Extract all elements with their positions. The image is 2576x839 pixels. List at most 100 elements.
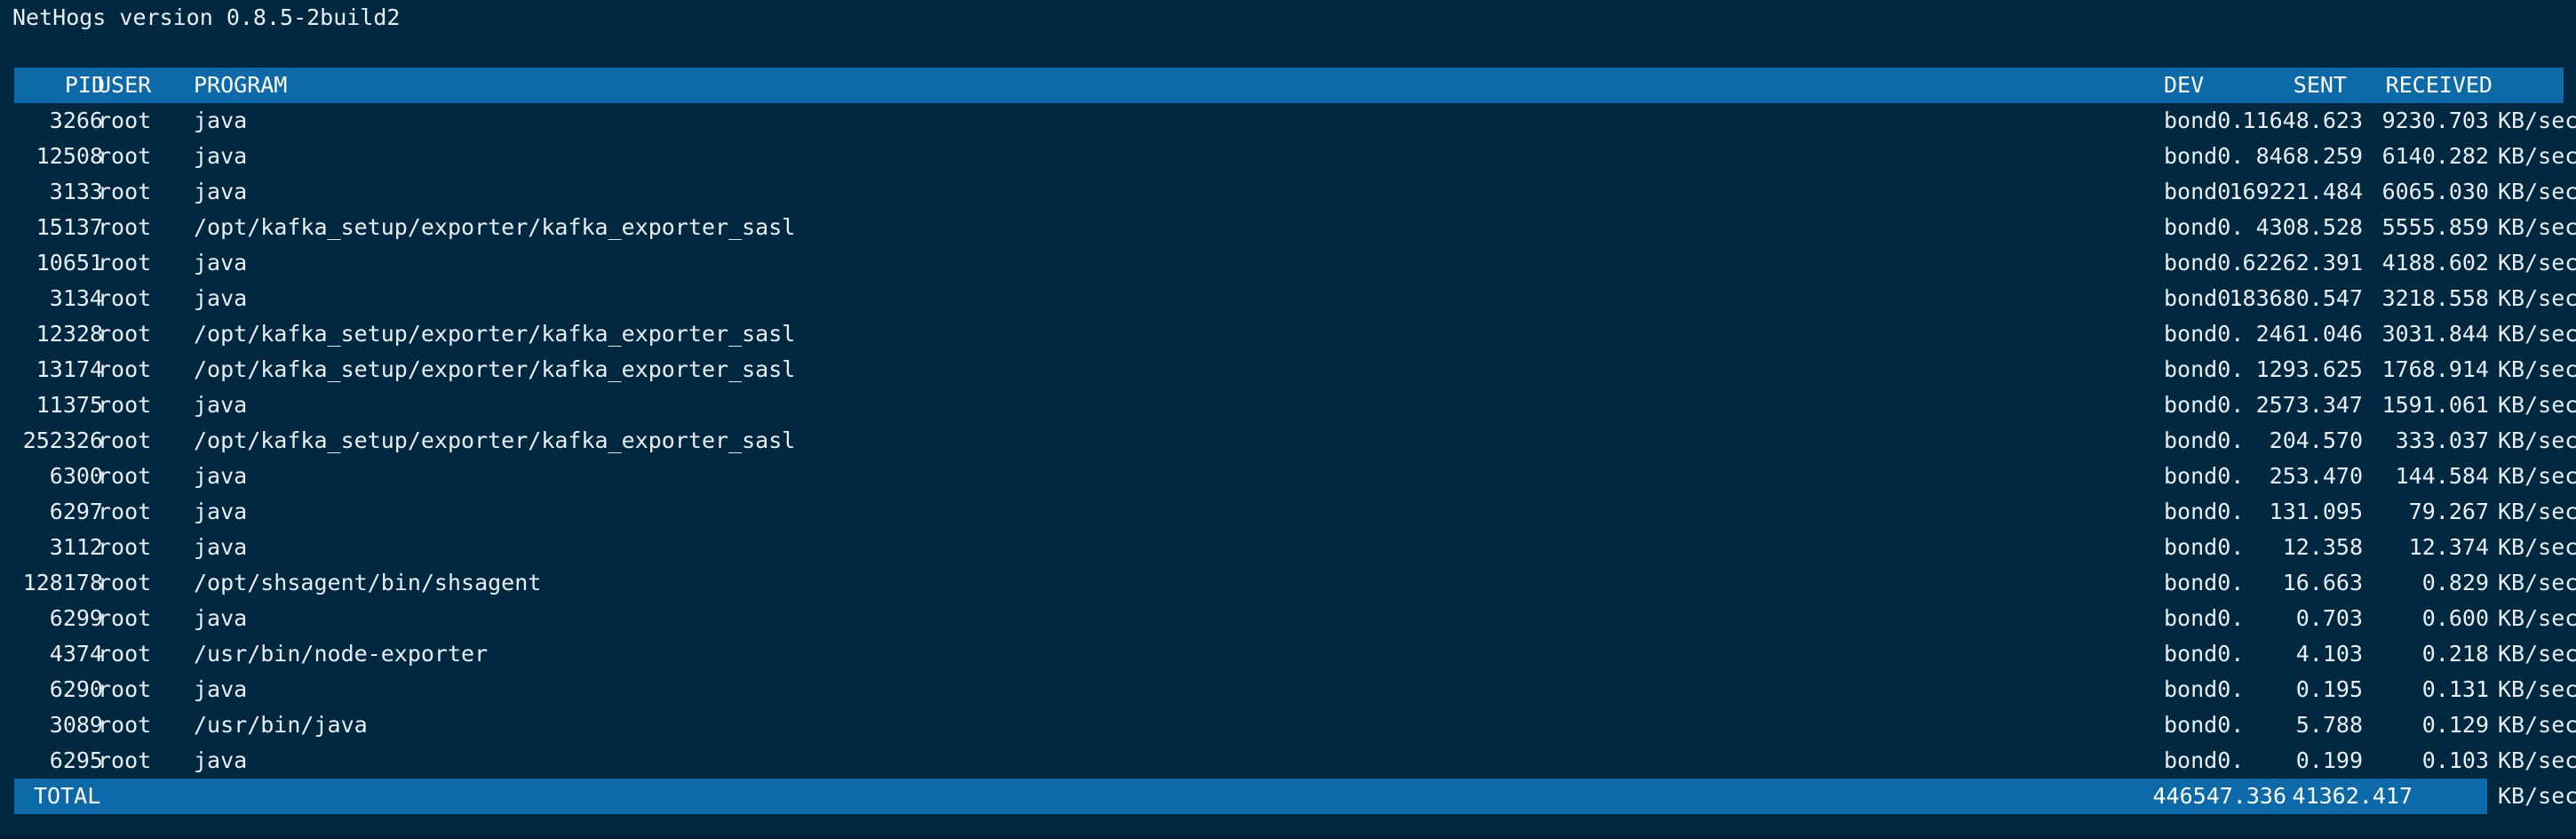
cell-received: 0.129: [2421, 712, 2489, 738]
cell-sent: 2573.347: [2255, 392, 2363, 418]
cell-sent: 5.788: [2295, 712, 2363, 738]
terminal-bottom-edge: [0, 834, 2576, 839]
cell-sent: 16.663: [2282, 570, 2363, 595]
cell-sent: 4.103: [2295, 641, 2363, 667]
total-row: TOTAL 446547.336 41362.417 KB/sec: [14, 779, 2576, 814]
cell-pid: 6300: [49, 463, 103, 489]
cell-program: /opt/kafka_setup/exporter/kafka_exporter…: [194, 214, 796, 240]
cell-dev: bond0.: [2164, 499, 2245, 524]
cell-sent: 169221.484: [2229, 179, 2363, 204]
cell-user: root: [98, 534, 152, 560]
table-header: PID USER PROGRAM DEV SENT RECEIVED: [14, 68, 2564, 103]
cell-received: 0.600: [2421, 605, 2489, 631]
cell-program: java: [194, 676, 248, 702]
cell-unit: KB/sec: [2498, 285, 2576, 311]
cell-user: root: [98, 499, 152, 524]
cell-user: root: [98, 285, 152, 311]
cell-received: 9230.703: [2381, 108, 2489, 133]
cell-received: 333.037: [2395, 427, 2489, 453]
cell-user: root: [98, 570, 152, 595]
cell-program: java: [194, 605, 248, 631]
cell-unit: KB/sec: [2498, 712, 2576, 738]
cell-unit: KB/sec: [2498, 179, 2576, 204]
cell-dev: bond0.: [2164, 463, 2245, 489]
total-label: TOTAL: [34, 783, 101, 809]
cell-received: 1768.914: [2381, 356, 2489, 382]
cell-pid: 252326: [22, 427, 103, 453]
cell-user: root: [98, 108, 152, 133]
cell-received: 3031.844: [2381, 321, 2489, 347]
cell-pid: 6299: [49, 605, 103, 631]
cell-received: 0.829: [2421, 570, 2489, 595]
table-row: 128178 root/opt/shsagent/bin/shsagent bond…: [14, 565, 2576, 601]
cell-unit: KB/sec: [2498, 676, 2576, 702]
cell-received: 6065.030: [2381, 179, 2489, 204]
table-row: 3133 root java bond0. 169221.484 6065.030 KB/s…: [14, 174, 2576, 210]
cell-program: /usr/bin/java: [194, 712, 368, 738]
cell-dev: bond0.: [2164, 392, 2245, 418]
table-row: 3134 root java bond0. 183680.547 3218.558 KB/s…: [14, 281, 2576, 316]
cell-unit: KB/sec: [2498, 427, 2576, 453]
table-row: 6299 root java bond0. 0.703 0.600 KB/sec: [14, 601, 2576, 636]
cell-dev: bond0.: [2164, 356, 2245, 382]
cell-program: java: [194, 108, 248, 133]
cell-unit: KB/sec: [2498, 321, 2576, 347]
cell-pid: 3112: [49, 534, 103, 560]
total-sent: 446547.336: [2152, 783, 2286, 809]
cell-user: root: [98, 605, 152, 631]
cell-unit: KB/sec: [2498, 392, 2576, 418]
cell-received: 6140.282: [2381, 143, 2489, 169]
cell-sent: 183680.547: [2229, 285, 2363, 311]
header-received: RECEIVED: [2385, 72, 2493, 98]
table-row: 11375 root java bond0. 2573.347 1591.061 KB/se…: [14, 388, 2576, 423]
cell-pid: 128178: [22, 570, 103, 595]
cell-program: java: [194, 143, 248, 169]
header-dev: DEV: [2164, 72, 2205, 98]
table-row: 3112 root java bond0. 12.358 12.374 KB/sec: [14, 530, 2576, 565]
cell-user: root: [98, 427, 152, 453]
cell-unit: KB/sec: [2498, 570, 2576, 595]
cell-unit: KB/sec: [2498, 108, 2576, 133]
process-table: PID USER PROGRAM DEV SENT RECEIVED 3266 r…: [14, 68, 2576, 814]
cell-dev: bond0.: [2164, 214, 2245, 240]
cell-pid: 15137: [36, 214, 103, 240]
cell-pid: 3266: [49, 108, 103, 133]
cell-user: root: [98, 463, 152, 489]
total-unit: KB/sec: [2487, 779, 2576, 814]
cell-pid: 3089: [49, 712, 103, 738]
cell-pid: 6295: [49, 747, 103, 773]
cell-received: 12.374: [2408, 534, 2489, 560]
cell-user: root: [98, 179, 152, 204]
table-row: 6290 root java bond0. 0.195 0.131 KB/sec: [14, 672, 2576, 707]
cell-unit: KB/sec: [2498, 214, 2576, 240]
cell-unit: KB/sec: [2498, 747, 2576, 773]
app-title: NetHogs version 0.8.5-2build2: [12, 4, 401, 30]
cell-program: java: [194, 747, 248, 773]
cell-sent: 12.358: [2282, 534, 2363, 560]
cell-pid: 3133: [49, 179, 103, 204]
cell-sent: 4308.528: [2255, 214, 2363, 240]
cell-sent: 204.570: [2269, 427, 2363, 453]
cell-sent: 1293.625: [2255, 356, 2363, 382]
cell-dev: bond0.: [2164, 712, 2245, 738]
table-row: 6295 root java bond0. 0.199 0.103 KB/sec: [14, 743, 2576, 779]
cell-program: java: [194, 250, 248, 276]
cell-unit: KB/sec: [2498, 356, 2576, 382]
cell-dev: bond0.: [2164, 427, 2245, 453]
cell-unit: KB/sec: [2498, 250, 2576, 276]
cell-sent: 253.470: [2269, 463, 2363, 489]
cell-received: 1591.061: [2381, 392, 2489, 418]
cell-program: /opt/kafka_setup/exporter/kafka_exporter…: [194, 356, 796, 382]
table-row: 13174 root/opt/kafka_setup/exporter/kafka…: [14, 352, 2576, 388]
table-row: 3266 root java bond0. 11648.623 9230.703 KB/se…: [14, 103, 2576, 139]
terminal-window: NetHogs version 0.8.5-2build2 PID USER P…: [0, 0, 2576, 839]
cell-pid: 12508: [36, 143, 103, 169]
cell-pid: 11375: [36, 392, 103, 418]
table-row: 4374 root/usr/bin/node-exporter bond0. 4.10…: [14, 636, 2576, 672]
cell-sent: 11648.623: [2242, 108, 2363, 133]
cell-sent: 62262.391: [2242, 250, 2363, 276]
cell-user: root: [98, 641, 152, 667]
cell-unit: KB/sec: [2498, 499, 2576, 524]
total-received: 41362.417: [2292, 783, 2413, 809]
cell-unit: KB/sec: [2498, 463, 2576, 489]
